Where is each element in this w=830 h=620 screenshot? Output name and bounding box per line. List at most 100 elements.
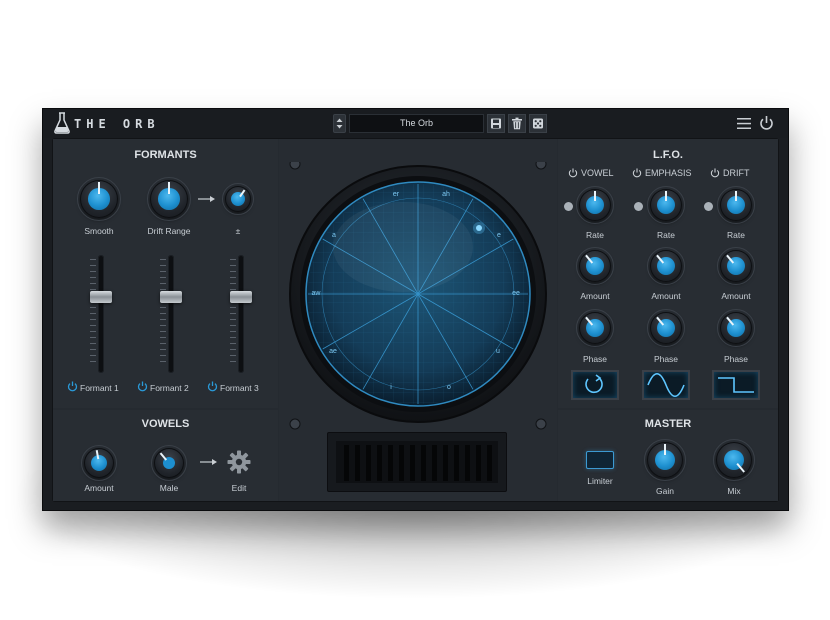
formant-1-label: Formant 1 bbox=[80, 383, 119, 393]
orb-label-a: a bbox=[332, 232, 336, 239]
lfo-vowel-shape-button[interactable] bbox=[571, 370, 619, 400]
limiter-toggle[interactable] bbox=[586, 451, 614, 469]
orb-label-layer: er ah e ee u o i ae aw a bbox=[283, 162, 553, 432]
lfo-emphasis-phase-knob[interactable] bbox=[647, 309, 685, 347]
square-wave-icon bbox=[718, 377, 754, 393]
lfo-vowel-sync-icon[interactable] bbox=[564, 202, 573, 211]
lfo-vowel-name: VOWEL bbox=[581, 168, 614, 178]
lfo-emphasis-shape-button[interactable] bbox=[642, 370, 690, 400]
lfo-drift-amount-label: Amount bbox=[721, 291, 751, 301]
lfo-emphasis-phase-label: Phase bbox=[653, 354, 679, 364]
preset-prev-next-button[interactable] bbox=[333, 114, 346, 133]
lfo-emphasis-power-icon[interactable] bbox=[632, 168, 642, 178]
lfo-drift-power-icon[interactable] bbox=[710, 168, 720, 178]
gain-knob[interactable] bbox=[644, 439, 686, 481]
limiter-label: Limiter bbox=[587, 476, 613, 486]
lfo-drift-phase-label: Phase bbox=[723, 354, 749, 364]
flask-icon bbox=[54, 112, 70, 134]
vowels-title: VOWELS bbox=[141, 418, 190, 430]
fader-3-ticks bbox=[230, 259, 236, 369]
formant-3-fader-track[interactable] bbox=[238, 255, 244, 373]
lfo-emphasis-name: EMPHASIS bbox=[645, 168, 692, 178]
lfo-emphasis-amount-knob[interactable] bbox=[647, 247, 685, 285]
up-down-arrows-icon bbox=[336, 118, 343, 129]
drift-range-label: Drift Range bbox=[147, 226, 191, 236]
formant-1-fader-track[interactable] bbox=[98, 255, 104, 373]
formant-3-fader-thumb[interactable] bbox=[230, 291, 252, 303]
orb-label-ee: ee bbox=[512, 290, 520, 297]
formants-title: FORMANTS bbox=[134, 149, 197, 161]
save-icon bbox=[491, 118, 501, 129]
top-bar: THE ORB The Orb bbox=[43, 109, 788, 138]
app-logo-text: THE ORB bbox=[74, 117, 160, 131]
edit-label: Edit bbox=[231, 483, 247, 493]
vowel-mode-knob[interactable] bbox=[151, 445, 187, 481]
lfo-vowel-phase-label: Phase bbox=[582, 354, 608, 364]
orb-label-aw: aw bbox=[311, 290, 321, 297]
preset-name-field[interactable]: The Orb bbox=[349, 114, 484, 133]
speaker-grille bbox=[327, 432, 507, 492]
orb-label-u: u bbox=[496, 348, 500, 355]
arrow-right-icon bbox=[198, 196, 215, 202]
lfo-drift-phase-knob[interactable] bbox=[717, 309, 755, 347]
sine-wave-icon bbox=[647, 372, 685, 398]
lfo-drift-rate-label: Rate bbox=[727, 230, 745, 240]
fader-1-ticks bbox=[90, 259, 96, 369]
master-title: MASTER bbox=[644, 418, 692, 430]
formant-2-fader-thumb[interactable] bbox=[160, 291, 182, 303]
lfo-vowel-amount-knob[interactable] bbox=[576, 247, 614, 285]
vowel-mode-label: Male bbox=[159, 483, 179, 493]
menu-icon[interactable] bbox=[737, 117, 751, 130]
formant-2-label: Formant 2 bbox=[150, 383, 189, 393]
smooth-label: Smooth bbox=[84, 226, 114, 236]
fader-2-ticks bbox=[160, 259, 166, 369]
lfo-vowel-amount-label: Amount bbox=[580, 291, 610, 301]
trash-icon bbox=[512, 117, 522, 130]
smooth-knob[interactable] bbox=[77, 177, 121, 221]
orb-label-ah: ah bbox=[442, 191, 450, 198]
delete-preset-button[interactable] bbox=[508, 114, 526, 133]
lfo-emphasis-rate-label: Rate bbox=[657, 230, 675, 240]
vowel-amount-label: Amount bbox=[84, 483, 114, 493]
lfo-drift-sync-icon[interactable] bbox=[704, 202, 713, 211]
lfo-drift-shape-button[interactable] bbox=[712, 370, 760, 400]
vowel-amount-knob[interactable] bbox=[81, 445, 117, 481]
lfo-drift-name: DRIFT bbox=[723, 168, 750, 178]
gear-icon[interactable] bbox=[226, 449, 252, 475]
vowel-arrow-right-icon bbox=[200, 459, 217, 465]
orb-label-i: i bbox=[390, 384, 392, 391]
mix-label: Mix bbox=[727, 486, 741, 496]
lfo-drift-amount-knob[interactable] bbox=[717, 247, 755, 285]
plus-minus-label: ± bbox=[235, 226, 241, 236]
formant-2-power-icon[interactable] bbox=[137, 381, 148, 392]
dice-icon bbox=[533, 118, 543, 129]
speaker-grille-inner bbox=[336, 441, 498, 483]
lfo-emphasis-amount-label: Amount bbox=[651, 291, 681, 301]
mix-knob[interactable] bbox=[713, 439, 755, 481]
formant-2-fader-track[interactable] bbox=[168, 255, 174, 373]
orb-label-ae: ae bbox=[329, 348, 337, 355]
formant-3-label: Formant 3 bbox=[220, 383, 259, 393]
gain-label: Gain bbox=[656, 486, 674, 496]
sample-hold-icon bbox=[585, 374, 603, 394]
lfo-emphasis-rate-knob[interactable] bbox=[647, 186, 685, 224]
save-preset-button[interactable] bbox=[487, 114, 505, 133]
formant-1-fader-thumb[interactable] bbox=[90, 291, 112, 303]
formant-3-power-icon[interactable] bbox=[207, 381, 218, 392]
orb-label-o: o bbox=[447, 384, 451, 391]
lfo-emphasis-sync-icon[interactable] bbox=[634, 202, 643, 211]
lfo-vowel-power-icon[interactable] bbox=[568, 168, 578, 178]
orb-label-er: er bbox=[392, 191, 400, 198]
formant-1-power-icon[interactable] bbox=[67, 381, 78, 392]
drift-amount-knob[interactable] bbox=[222, 183, 254, 215]
plugin-window: THE ORB The Orb FORMANTS Smooth Drift Ra… bbox=[42, 108, 789, 511]
lfo-vowel-phase-knob[interactable] bbox=[576, 309, 614, 347]
orb-label-e: e bbox=[497, 232, 501, 239]
drift-range-knob[interactable] bbox=[147, 177, 191, 221]
randomize-button[interactable] bbox=[529, 114, 547, 133]
lfo-drift-rate-knob[interactable] bbox=[717, 186, 755, 224]
lfo-title: L.F.O. bbox=[653, 149, 683, 161]
lfo-vowel-rate-knob[interactable] bbox=[576, 186, 614, 224]
power-icon[interactable] bbox=[759, 115, 774, 131]
lfo-vowel-rate-label: Rate bbox=[586, 230, 604, 240]
